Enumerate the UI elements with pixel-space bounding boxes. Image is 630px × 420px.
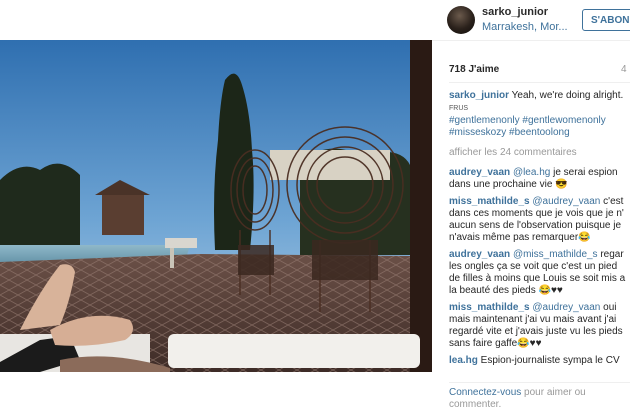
comment-text: dans ces moments que je vois que je n' [449,208,624,219]
comment-text: les ongles ça se voit que c'est un pied [449,261,618,272]
comment-username[interactable]: miss_mathilde_s [449,196,530,207]
comment-mention[interactable]: @audrey_vaan [532,302,600,313]
caption-hashtags[interactable]: #misseskozy #beentoolong [449,127,570,138]
caption-hashtags[interactable]: #gentlemenonly #gentlewomenonly [449,115,606,126]
post-username[interactable]: sarko_junior [482,6,548,18]
comment-text: regar [597,249,624,260]
post-header: sarko_junior Marrakesh, Mor... S'ABONNER [432,0,630,40]
caption-username[interactable]: sarko_junior [449,90,509,101]
login-prompt-text: pour aimer ou [521,387,586,398]
login-prompt-text: commenter. [449,399,502,410]
comment-text: sans faire gaffe😂♥♥ [449,338,542,349]
comment-item: lea.hg Espion-journaliste sympa le CV [449,355,630,367]
post-photo[interactable] [0,40,432,372]
divider [449,82,630,83]
comment-text: aucun sens de l'observation puisque je [449,220,622,231]
avatar[interactable] [447,6,475,34]
comment-text: c'est [600,196,624,207]
divider [432,40,630,41]
likes-count[interactable]: 718 J'aime [449,64,499,75]
comment-text: dans une prochaine vie 😎 [449,179,568,190]
follow-button[interactable]: S'ABONNER [582,9,630,31]
post-location[interactable]: Marrakesh, Mor... [482,21,568,33]
comment-text: je serai espion [550,167,618,178]
comment-item: miss_mathilde_s @audrey_vaan c'est dans … [449,196,630,244]
comment-text: n'avais même pas remarquer😂 [449,232,591,243]
comment-username[interactable]: lea.hg [449,355,478,366]
comment-mention[interactable]: @audrey_vaan [532,196,600,207]
login-prompt: Connectez-vous pour aimer ou commenter. [449,387,629,411]
login-link[interactable]: Connectez-vous [449,387,521,398]
comment-mention[interactable]: @miss_mathilde_s [513,249,598,260]
caption: sarko_junior Yeah, we're doing alright. … [449,90,630,139]
divider [449,382,630,383]
comment-mention[interactable]: @lea.hg [513,167,550,178]
comment-username[interactable]: audrey_vaan [449,249,510,260]
comment-username[interactable]: miss_mathilde_s [449,302,530,313]
comment-text: regardé vite et j'avais juste vu les pie… [449,326,623,337]
caption-text: Yeah, we're doing alright. [511,90,624,101]
comment-text: Espion-journaliste sympa le CV [477,355,620,366]
comment-item: miss_mathilde_s @audrey_vaan oui mais ma… [449,302,630,350]
comment-username[interactable]: audrey_vaan [449,167,510,178]
comment-text: de filles à moins que Louis se soit mis … [449,273,626,284]
post-time[interactable]: 4 [621,64,627,75]
caption-small-text: FRUS [449,105,469,112]
comment-text: la beauté des pieds 😂♥♥ [449,285,563,296]
comment-text: oui [600,302,617,313]
show-more-comments-link[interactable]: afficher les 24 commentaires [449,147,630,159]
comment-text: mais maintenant j'ai vu mais avant j'ai [449,314,617,325]
comment-item: audrey_vaan @miss_mathilde_s regar les o… [449,249,630,297]
comments-list: sarko_junior Yeah, we're doing alright. … [449,90,630,382]
comment-item: audrey_vaan @lea.hg je serai espion dans… [449,167,630,191]
